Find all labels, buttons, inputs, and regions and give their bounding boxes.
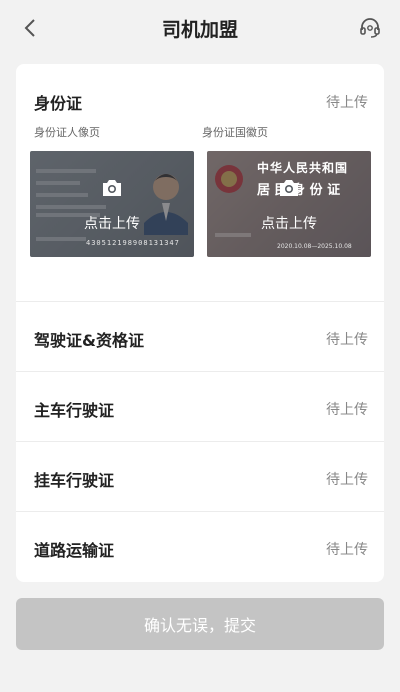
documents-card: 身份证 待上传 身份证人像页 身份证国徽页 点击上传 4305121989081…: [16, 64, 384, 582]
page-title: 司机加盟: [161, 19, 238, 41]
headset-icon[interactable]: [358, 16, 382, 40]
id-back-upload[interactable]: 中华人民共和国 居 民 身 份 证 点击上传 2020.10.08—2025.1…: [207, 151, 371, 257]
id-card-title: 身份证: [34, 94, 83, 113]
id-back-validity: 2020.10.08—2025.10.08: [277, 243, 352, 250]
id-card-section: 身份证 待上传 身份证人像页 身份证国徽页 点击上传 4305121989081…: [16, 64, 384, 302]
document-row-main-vehicle-license[interactable]: 主车行驶证 待上传: [16, 372, 384, 442]
document-row-driver-license[interactable]: 驾驶证&资格证 待上传: [16, 302, 384, 372]
id-back-heading-1: 中华人民共和国: [257, 161, 349, 175]
document-label: 道路运输证: [34, 541, 115, 560]
camera-icon: [280, 180, 298, 196]
document-label: 挂车行驶证: [34, 471, 115, 490]
id-front-label: 身份证人像页: [34, 126, 100, 139]
id-front-upload-label: 点击上传: [84, 216, 140, 232]
document-label: 主车行驶证: [34, 401, 115, 420]
document-row-trailer-license[interactable]: 挂车行驶证 待上传: [16, 442, 384, 512]
camera-icon: [103, 180, 121, 196]
id-back-label: 身份证国徽页: [202, 126, 268, 139]
submit-button[interactable]: 确认无误，提交: [16, 598, 384, 650]
id-back-upload-label: 点击上传: [261, 216, 317, 232]
document-status: 待上传: [326, 332, 368, 348]
top-nav-bar: 司机加盟: [0, 0, 400, 56]
document-status: 待上传: [326, 402, 368, 418]
document-label: 驾驶证&资格证: [34, 331, 144, 350]
id-card-status: 待上传: [326, 95, 368, 111]
document-row-road-transport-permit[interactable]: 道路运输证 待上传: [16, 512, 384, 582]
id-front-number: 430512198908131347: [86, 239, 180, 247]
id-front-upload[interactable]: 点击上传 430512198908131347: [30, 151, 194, 257]
document-status: 待上传: [326, 542, 368, 558]
document-status: 待上传: [326, 472, 368, 488]
